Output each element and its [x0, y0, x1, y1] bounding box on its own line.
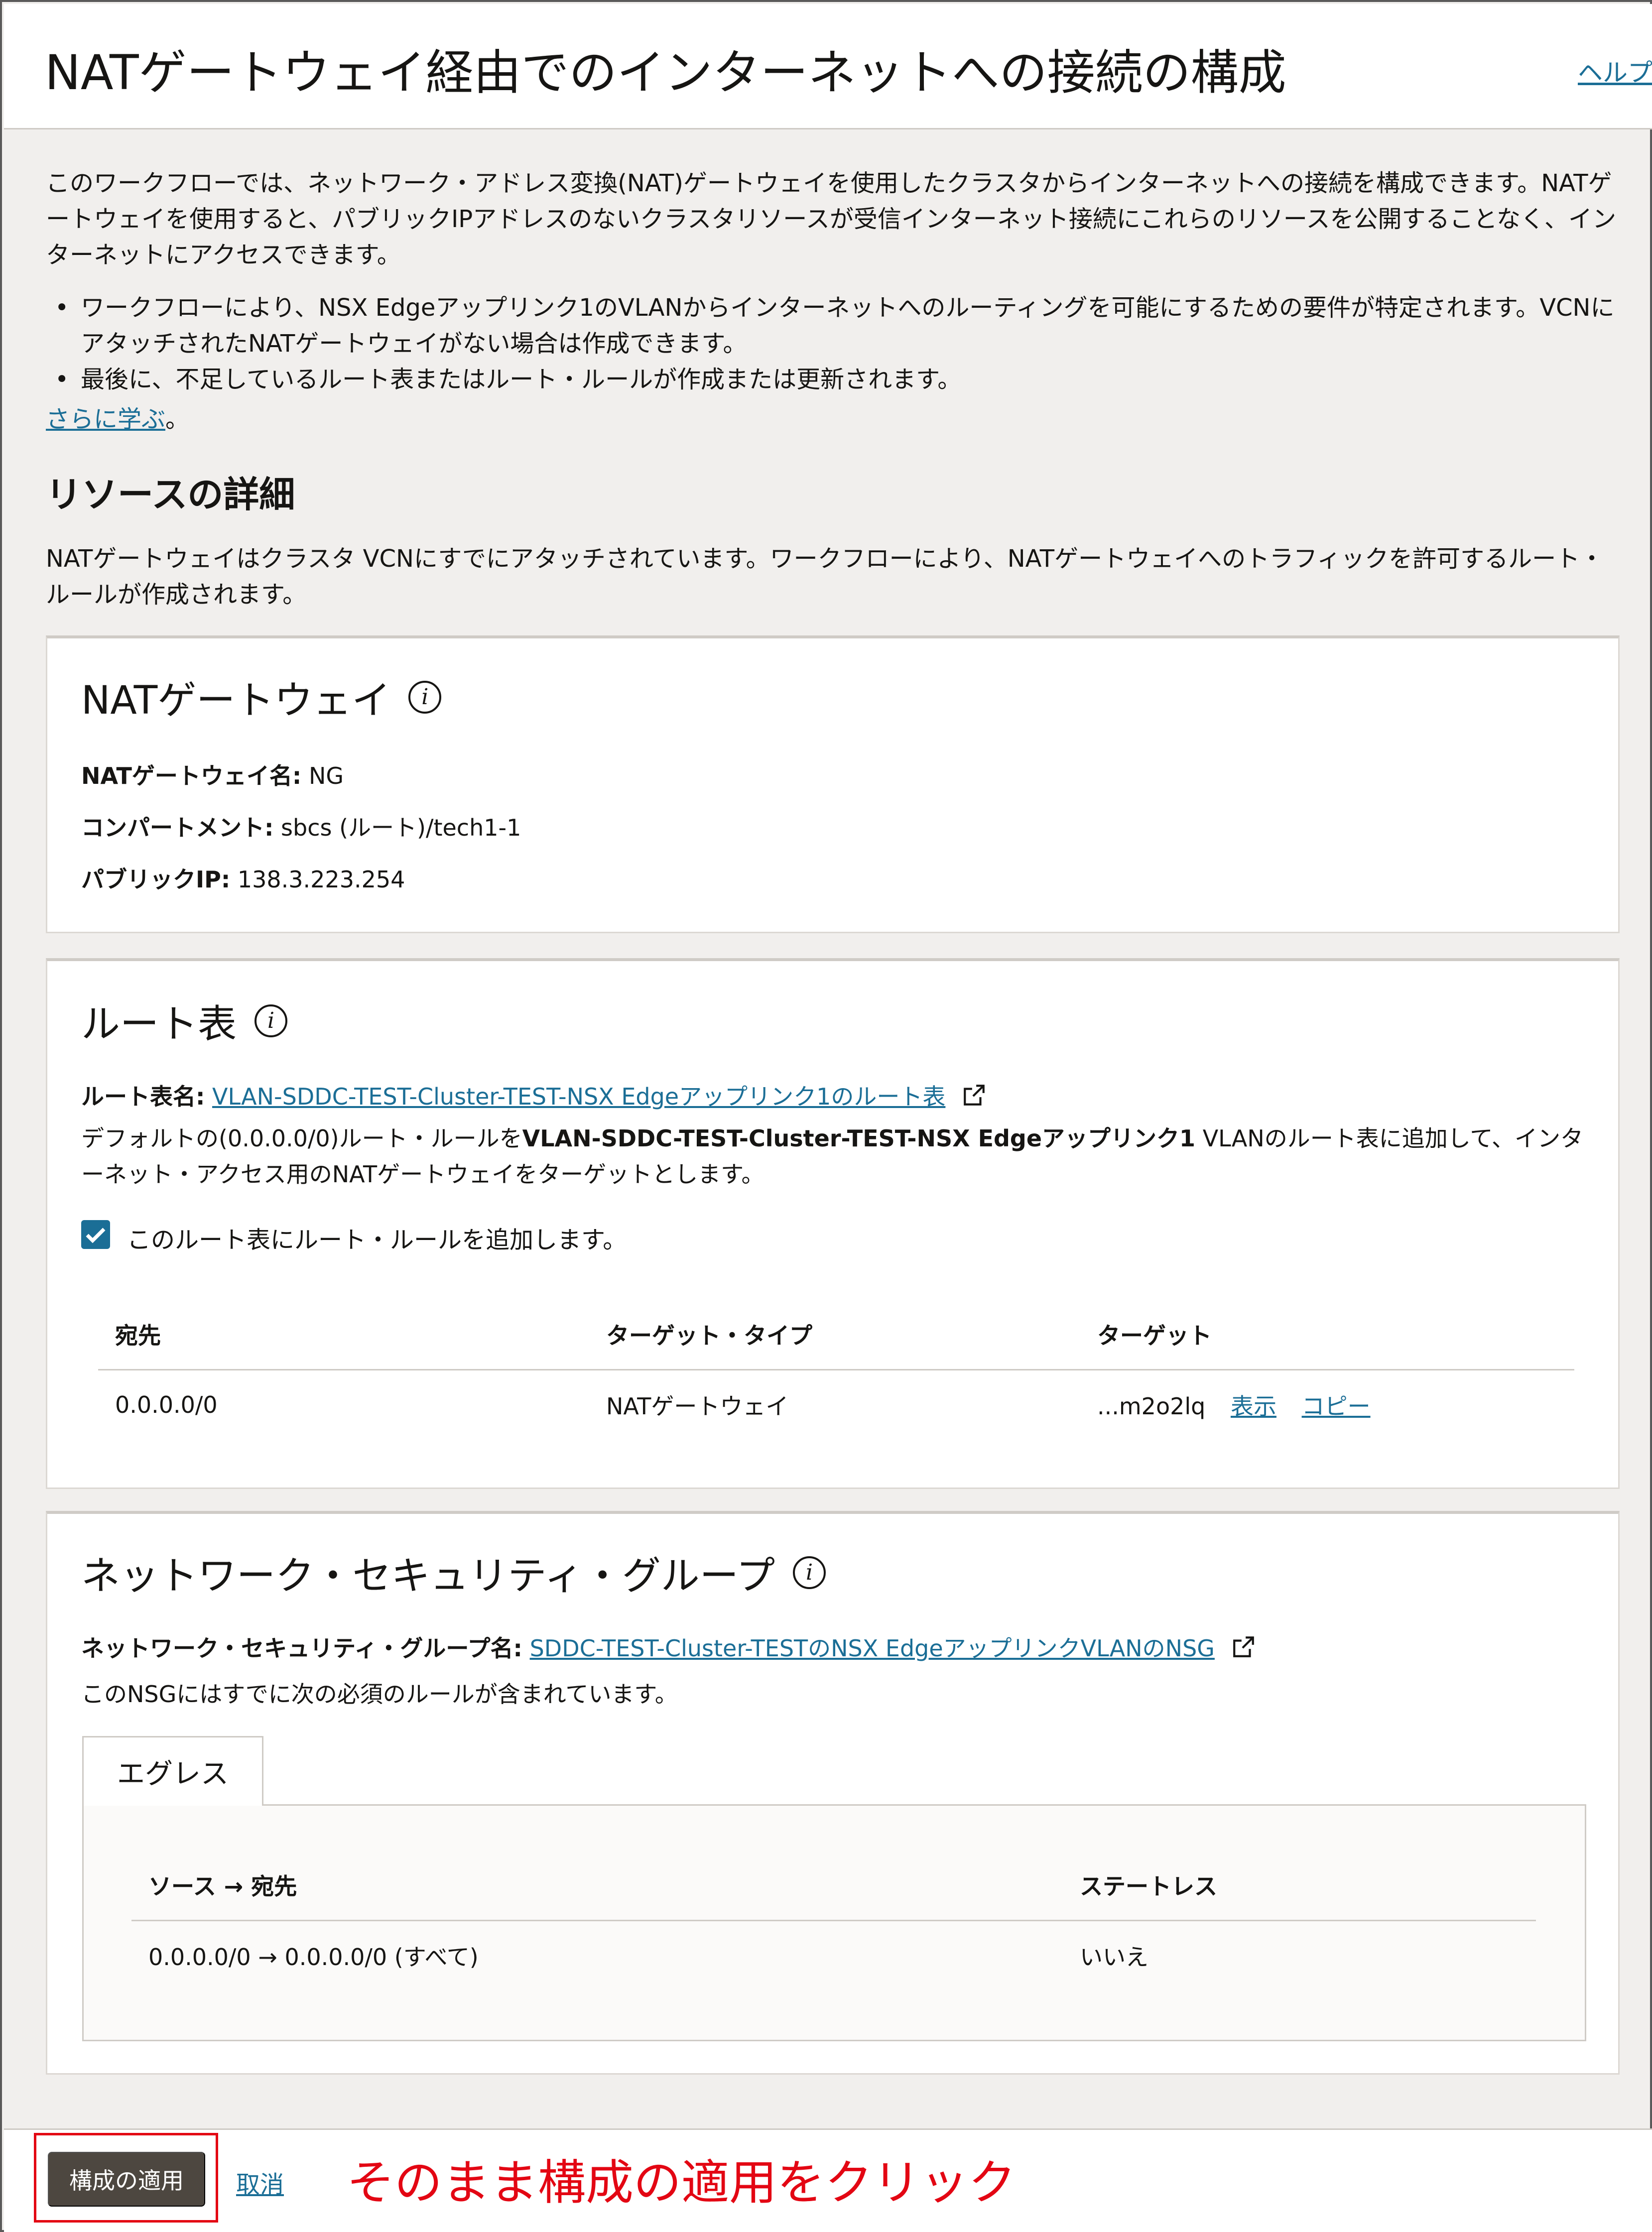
list-item: ワークフローにより、NSX Edgeアップリンク1のVLANからインターネットへ… [46, 290, 1620, 362]
nat-name-value: NG [308, 762, 344, 789]
info-icon[interactable]: i [408, 681, 442, 714]
intro-bullets: ワークフローにより、NSX Edgeアップリンク1のVLANからインターネットへ… [46, 290, 1620, 397]
learn-more-link[interactable]: さらに学ぶ [46, 405, 165, 433]
egress-rules-table: ソース → 宛先 ステートレス 0.0.0.0/0 → 0.0.0.0/0 (す… [131, 1851, 1536, 1990]
route-description: デフォルトの(0.0.0.0/0)ルート・ルールをVLAN-SDDC-TEST-… [81, 1120, 1585, 1192]
info-icon[interactable]: i [793, 1556, 826, 1589]
route-card-title: ルート表 [81, 1002, 237, 1047]
nat-name-row: NATゲートウェイ名: NG [81, 758, 344, 791]
card-title: ルート表 i [81, 993, 288, 1049]
route-rules-table: 宛先 ターゲット・タイプ ターゲット 0.0.0.0/0 NATゲートウェイ .… [98, 1300, 1574, 1439]
route-table-name-label: ルート表名: [81, 1083, 205, 1110]
table-header-row: 宛先 ターゲット・タイプ ターゲット [98, 1300, 1574, 1370]
route-desc-bold: VLAN-SDDC-TEST-Cluster-TEST-NSX Edgeアップリ… [522, 1125, 1196, 1152]
compartment-row: コンパートメント: sbcs (ルート)/tech1-1 [81, 810, 521, 843]
apply-configuration-button[interactable]: 構成の適用 [48, 2152, 205, 2207]
card-title: NATゲートウェイ i [81, 669, 442, 725]
compartment-value: sbcs (ルート)/tech1-1 [281, 814, 521, 841]
column-header: ターゲット [1080, 1300, 1574, 1370]
public-ip-label: パブリックIP: [81, 866, 231, 893]
egress-panel: ソース → 宛先 ステートレス 0.0.0.0/0 → 0.0.0.0/0 (す… [82, 1804, 1586, 2041]
table-row: 0.0.0.0/0 NATゲートウェイ ...m2o2lq 表示 コピー [98, 1369, 1574, 1439]
target-value: ...m2o2lq [1097, 1392, 1206, 1420]
cancel-link[interactable]: 取消 [236, 2165, 284, 2200]
card-title: ネットワーク・セキュリティ・グループ i [81, 1545, 826, 1601]
column-header: ソース → 宛先 [131, 1851, 1063, 1921]
learn-more-suffix: 。 [165, 405, 190, 433]
section-title: リソースの詳細 [46, 474, 295, 515]
nat-name-label: NATゲートウェイ名: [81, 762, 302, 789]
copy-link[interactable]: コピー [1302, 1393, 1371, 1420]
public-ip-value: 138.3.223.254 [237, 866, 405, 893]
checkmark-icon [86, 1228, 106, 1243]
column-header: ステートレス [1063, 1851, 1536, 1921]
learn-more: さらに学ぶ。 [46, 399, 189, 434]
compartment-label: コンパートメント: [81, 814, 274, 841]
table-row: 0.0.0.0/0 → 0.0.0.0/0 (すべて) いいえ [131, 1920, 1536, 1990]
target-type-cell: NATゲートウェイ [606, 1392, 789, 1420]
nsg-name-row: ネットワーク・セキュリティ・グループ名: SDDC-TEST-Cluster-T… [81, 1630, 1256, 1663]
tab-egress[interactable]: エグレス [82, 1736, 263, 1806]
nsg-card-title: ネットワーク・セキュリティ・グループ [81, 1554, 775, 1599]
nsg-name-label: ネットワーク・セキュリティ・グループ名: [81, 1635, 522, 1662]
nsg-link[interactable]: SDDC-TEST-Cluster-TESTのNSX EdgeアップリンクVLA… [530, 1635, 1215, 1662]
dialog-header: NATゲートウェイ経由でのインターネットへの接続の構成 ヘルプ [4, 4, 1652, 129]
dialog-frame: NATゲートウェイ経由でのインターネットへの接続の構成 ヘルプ このワークフロー… [0, 0, 1652, 2232]
nsg-description: このNSGにはすでに次の必須のルールが含まれています。 [81, 1681, 678, 1708]
target-cell: ...m2o2lq 表示 コピー [1080, 1369, 1574, 1439]
annotation-text: そのまま構成の適用をクリック [347, 2155, 1016, 2211]
route-desc-prefix: デフォルトの(0.0.0.0/0)ルート・ルールを [81, 1125, 522, 1152]
public-ip-row: パブリックIP: 138.3.223.254 [81, 862, 405, 894]
route-table-card: ルート表 i ルート表名: VLAN-SDDC-TEST-Cluster-TES… [46, 958, 1620, 1489]
nat-card-title: NATゲートウェイ [81, 678, 391, 723]
add-route-rule-label[interactable]: このルート表にルート・ルールを追加します。 [127, 1220, 627, 1255]
dialog-footer: 構成の適用 取消 そのまま構成の適用をクリック [4, 2128, 1652, 2232]
external-link-icon [1233, 1636, 1254, 1657]
show-link[interactable]: 表示 [1231, 1393, 1276, 1420]
table-header-row: ソース → 宛先 ステートレス [131, 1851, 1536, 1921]
route-cell: 0.0.0.0/0 → 0.0.0.0/0 (すべて) [148, 1943, 479, 1971]
section-description: NATゲートウェイはクラスタ VCNにすでにアタッチされています。ワークフローに… [46, 545, 1604, 609]
external-link-icon [964, 1085, 985, 1106]
column-header: 宛先 [98, 1300, 589, 1370]
help-link[interactable]: ヘルプ [1578, 53, 1652, 89]
page-title: NATゲートウェイ経由でのインターネットへの接続の構成 [45, 45, 1286, 101]
nat-gateway-card: NATゲートウェイ i NATゲートウェイ名: NG コンパートメント: sbc… [46, 635, 1620, 933]
stateless-cell: いいえ [1080, 1943, 1148, 1971]
route-table-name-row: ルート表名: VLAN-SDDC-TEST-Cluster-TEST-NSX E… [81, 1079, 987, 1112]
list-item: 最後に、不足しているルート表またはルート・ルールが作成または更新されます。 [46, 362, 1620, 397]
add-route-rule-checkbox[interactable] [81, 1220, 110, 1249]
route-table-link[interactable]: VLAN-SDDC-TEST-Cluster-TEST-NSX Edgeアップリ… [212, 1083, 945, 1110]
column-header: ターゲット・タイプ [589, 1300, 1080, 1370]
nsg-card: ネットワーク・セキュリティ・グループ i ネットワーク・セキュリティ・グループ名… [46, 1511, 1620, 2075]
destination-cell: 0.0.0.0/0 [115, 1391, 218, 1418]
intro-text: このワークフローでは、ネットワーク・アドレス変換(NAT)ゲートウェイを使用した… [46, 169, 1617, 269]
info-icon[interactable]: i [254, 1004, 288, 1037]
